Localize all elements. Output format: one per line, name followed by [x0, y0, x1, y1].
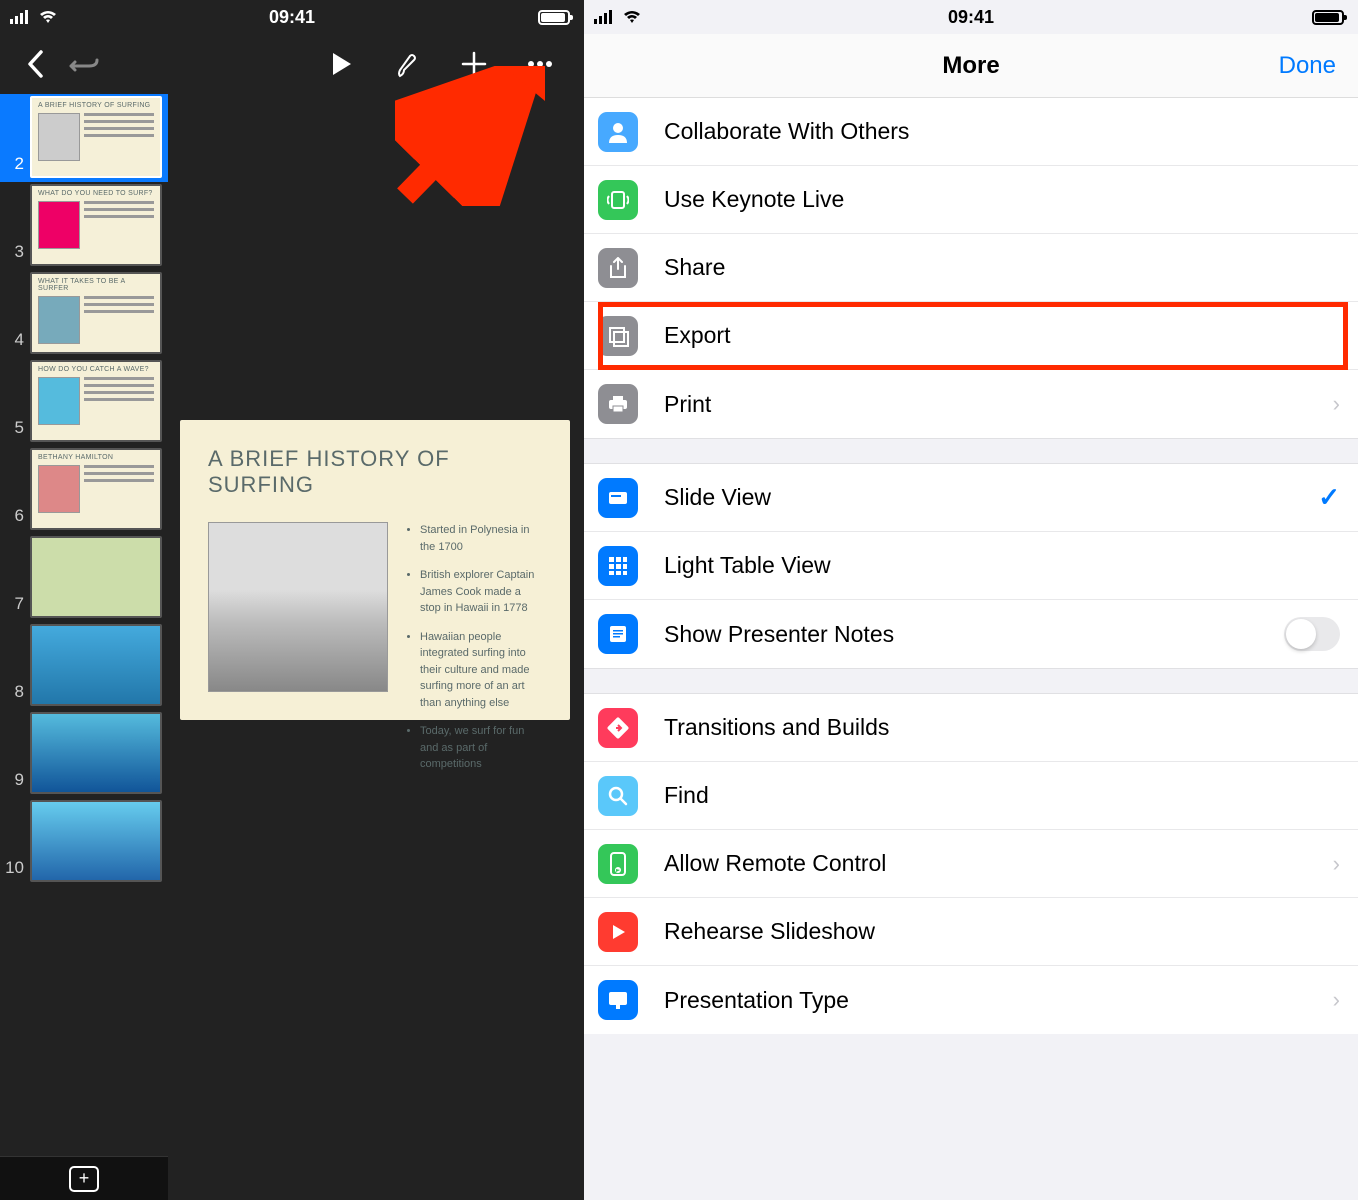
wifi-icon — [622, 10, 642, 24]
row-remote[interactable]: Allow Remote Control › — [584, 830, 1358, 898]
status-time: 09:41 — [948, 7, 994, 28]
slide-thumb-6[interactable]: 6 BETHANY HAMILTON — [0, 446, 168, 534]
checkmark-icon: ✓ — [1318, 482, 1340, 513]
status-bar-left: 09:41 — [0, 0, 584, 34]
slide-title: A BRIEF HISTORY OF SURFING — [208, 446, 542, 498]
row-presentation-type[interactable]: Presentation Type › — [584, 966, 1358, 1034]
editor-toolbar — [0, 34, 584, 94]
signal-icon — [594, 10, 616, 24]
slide-thumb-5[interactable]: 5 HOW DO YOU CATCH A WAVE? — [0, 358, 168, 446]
slide-thumbnails[interactable]: 2 A BRIEF HISTORY OF SURFING 3 WHAT DO Y… — [0, 94, 168, 1200]
done-button[interactable]: Done — [1279, 52, 1336, 80]
row-keynote-live[interactable]: Use Keynote Live — [584, 166, 1358, 234]
chevron-right-icon: › — [1333, 851, 1340, 877]
row-find[interactable]: Find — [584, 762, 1358, 830]
row-print[interactable]: Print › — [584, 370, 1358, 438]
broadcast-icon — [598, 180, 638, 220]
row-export[interactable]: Export — [584, 302, 1358, 370]
row-presenter-notes[interactable]: Show Presenter Notes — [584, 600, 1358, 668]
status-bar-right: 09:41 — [584, 0, 1358, 34]
export-icon — [598, 316, 638, 356]
play-button[interactable] — [318, 40, 366, 88]
main-slide-canvas[interactable]: A BRIEF HISTORY OF SURFING Started in Po… — [180, 420, 570, 720]
more-title: More — [942, 52, 999, 80]
remote-icon — [598, 844, 638, 884]
row-rehearse[interactable]: Rehearse Slideshow — [584, 898, 1358, 966]
more-button[interactable] — [516, 40, 564, 88]
slide-thumb-7[interactable]: 7 — [0, 534, 168, 622]
more-menu-pane: 09:41 More Done Collaborate With Others … — [584, 0, 1358, 1200]
battery-icon — [538, 10, 570, 25]
chevron-right-icon: › — [1333, 391, 1340, 417]
row-light-table[interactable]: Light Table View — [584, 532, 1358, 600]
keynote-editor: 09:41 2 A BRIEF HISTORY OF SURFING 3 — [0, 0, 584, 1200]
person-icon — [598, 112, 638, 152]
row-transitions[interactable]: Transitions and Builds — [584, 694, 1358, 762]
play-icon — [598, 912, 638, 952]
undo-button[interactable] — [60, 40, 108, 88]
slide-view-icon — [598, 478, 638, 518]
transitions-icon — [598, 708, 638, 748]
presentation-icon — [598, 980, 638, 1020]
slide-thumb-2[interactable]: 2 A BRIEF HISTORY OF SURFING — [0, 94, 168, 182]
more-menu-list: Collaborate With Others Use Keynote Live… — [584, 98, 1358, 1034]
print-icon — [598, 384, 638, 424]
add-button[interactable] — [450, 40, 498, 88]
row-share[interactable]: Share — [584, 234, 1358, 302]
add-slide-bar: + — [0, 1156, 168, 1200]
slide-thumb-9[interactable]: 9 — [0, 710, 168, 798]
search-icon — [598, 776, 638, 816]
wifi-icon — [38, 10, 58, 24]
add-slide-button[interactable]: + — [69, 1166, 99, 1192]
battery-icon — [1312, 10, 1344, 25]
chevron-right-icon: › — [1333, 987, 1340, 1013]
row-collaborate[interactable]: Collaborate With Others — [584, 98, 1358, 166]
back-button[interactable] — [12, 40, 60, 88]
more-header: More Done — [584, 34, 1358, 98]
slide-image — [208, 522, 388, 692]
slide-bullets: Started in Polynesia in the 1700 British… — [406, 522, 542, 785]
row-slide-view[interactable]: Slide View ✓ — [584, 464, 1358, 532]
slide-thumb-8[interactable]: 8 — [0, 622, 168, 710]
toggle-presenter-notes[interactable] — [1284, 617, 1340, 651]
share-icon — [598, 248, 638, 288]
signal-icon — [10, 10, 32, 24]
status-time: 09:41 — [269, 7, 315, 28]
notes-icon — [598, 614, 638, 654]
slide-thumb-10[interactable]: 10 — [0, 798, 168, 886]
format-brush-button[interactable] — [384, 40, 432, 88]
slide-thumb-4[interactable]: 4 WHAT IT TAKES TO BE A SURFER — [0, 270, 168, 358]
slide-thumb-3[interactable]: 3 WHAT DO YOU NEED TO SURF? — [0, 182, 168, 270]
grid-icon — [598, 546, 638, 586]
